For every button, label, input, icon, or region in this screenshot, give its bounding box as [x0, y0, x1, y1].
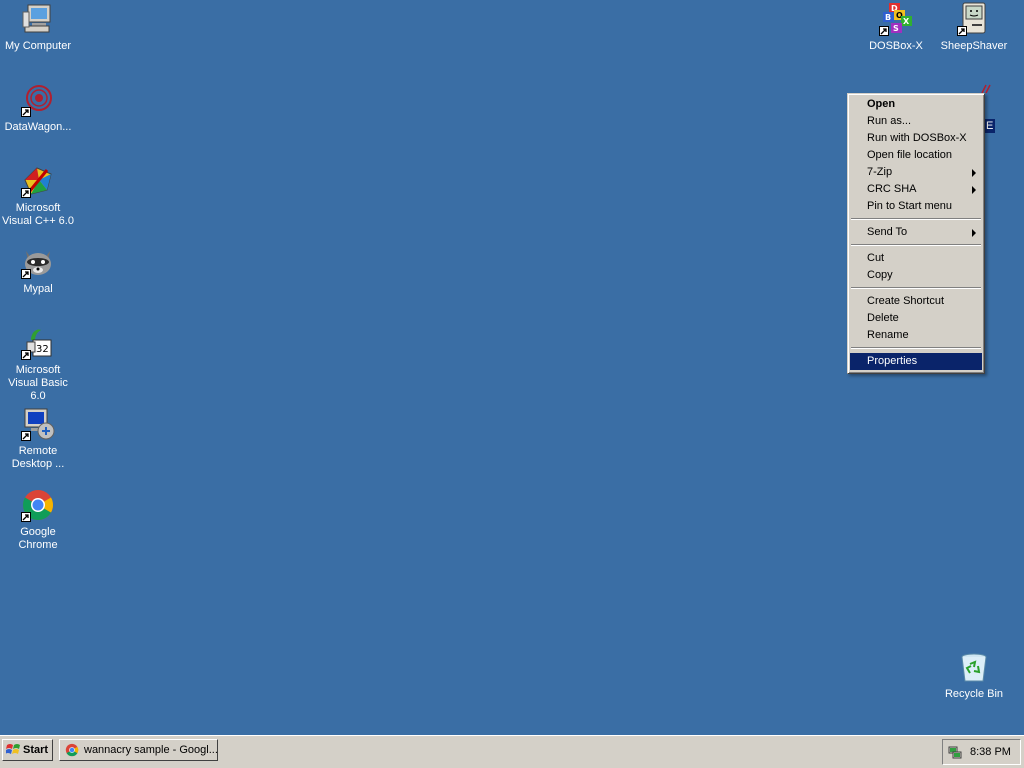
desktop-icon-visual-basic[interactable]: 32 Microsoft Visual Basic 6.0 [0, 326, 76, 403]
menu-item-pin-to-start[interactable]: Pin to Start menu [850, 198, 982, 215]
clock[interactable]: 8:38 PM [970, 740, 1011, 764]
desktop-icon-remote-desktop[interactable]: Remote Desktop ... [0, 407, 76, 471]
taskbar-button-label: wannacry sample - Googl... [84, 744, 218, 756]
desktop[interactable]: My Computer DataWagon... Microsoft Visua… [0, 0, 1024, 735]
menu-item-create-shortcut[interactable]: Create Shortcut [850, 293, 982, 310]
menu-item-delete[interactable]: Delete [850, 310, 982, 327]
windows-logo-icon [5, 743, 22, 757]
network-icon[interactable] [948, 746, 962, 759]
menu-item-7zip[interactable]: 7-Zip [850, 164, 982, 181]
desktop-icon-label: Microsoft Visual C++ 6.0 [2, 202, 74, 227]
menu-item-cut[interactable]: Cut [850, 250, 982, 267]
menu-separator [850, 215, 982, 224]
svg-text:S: S [893, 24, 899, 33]
shortcut-arrow-icon [21, 350, 31, 360]
taskbar: Start wannacry sample - Googl... 8:38 PM [0, 735, 1024, 768]
recycle-bin-icon [957, 650, 991, 684]
desktop-icon-dosbox-x[interactable]: D B O X S DOSBox-X [858, 2, 934, 53]
shortcut-arrow-icon [21, 431, 31, 441]
context-menu: Open Run as... Run with DOSBox-X Open fi… [847, 93, 985, 374]
computer-icon [21, 2, 55, 36]
menu-item-rename[interactable]: Rename [850, 327, 982, 344]
menu-item-copy[interactable]: Copy [850, 267, 982, 284]
menu-item-send-to[interactable]: Send To [850, 224, 982, 241]
shortcut-arrow-icon [21, 512, 31, 522]
desktop-icon-label: Microsoft Visual Basic 6.0 [8, 364, 68, 402]
taskbar-button-chrome[interactable]: wannacry sample - Googl... [59, 739, 218, 761]
desktop-icon-label: Recycle Bin [944, 688, 1004, 700]
system-tray: 8:38 PM [942, 739, 1021, 765]
svg-text:X: X [903, 17, 910, 26]
svg-text:32: 32 [36, 344, 49, 355]
desktop-icon-label: DOSBox-X [869, 40, 923, 52]
remote-desktop-icon [21, 407, 55, 441]
shortcut-arrow-icon [21, 107, 31, 117]
menu-item-open-file-location[interactable]: Open file location [850, 147, 982, 164]
submenu-arrow-icon [972, 169, 976, 177]
visual-cpp-icon [21, 164, 55, 198]
desktop-icon-datawagon[interactable]: DataWagon... [0, 83, 76, 134]
menu-item-run-with-dosbox[interactable]: Run with DOSBox-X [850, 130, 982, 147]
menu-item-run-as[interactable]: Run as... [850, 113, 982, 130]
dosbox-icon: D B O X S [879, 2, 913, 36]
menu-item-crc-sha[interactable]: CRC SHA [850, 181, 982, 198]
shortcut-arrow-icon [879, 26, 889, 36]
menu-item-open[interactable]: Open [850, 96, 982, 113]
selected-icon-label-partial[interactable]: E [984, 119, 996, 133]
submenu-arrow-icon [972, 229, 976, 237]
shortcut-arrow-icon [21, 188, 31, 198]
svg-text:B: B [885, 13, 891, 22]
start-label: Start [23, 744, 49, 756]
start-button[interactable]: Start [2, 739, 53, 761]
visual-basic-icon: 32 [21, 326, 55, 360]
mac-icon [957, 2, 991, 36]
desktop-icon-label: Mypal [23, 283, 53, 295]
desktop-icon-google-chrome[interactable]: Google Chrome [0, 488, 76, 552]
chrome-icon [65, 743, 79, 757]
desktop-icon-label: DataWagon... [4, 121, 72, 133]
datawagon-icon [21, 83, 55, 117]
menu-item-properties[interactable]: Properties [850, 353, 982, 370]
raccoon-icon [21, 245, 55, 279]
desktop-icon-label: Remote Desktop ... [11, 445, 65, 470]
menu-separator [850, 344, 982, 353]
chrome-icon [21, 488, 55, 522]
desktop-icon-label: My Computer [4, 40, 72, 52]
desktop-icon-sheepshaver[interactable]: SheepShaver [936, 2, 1012, 53]
menu-separator [850, 241, 982, 250]
shortcut-arrow-icon [21, 269, 31, 279]
desktop-icon-my-computer[interactable]: My Computer [0, 2, 76, 53]
desktop-icon-recycle-bin[interactable]: Recycle Bin [936, 650, 1012, 701]
desktop-icon-visual-cpp[interactable]: Microsoft Visual C++ 6.0 [0, 164, 76, 228]
menu-separator [850, 284, 982, 293]
desktop-icon-label: Google Chrome [18, 526, 58, 551]
desktop-icon-label: SheepShaver [940, 40, 1008, 52]
desktop-icon-mypal[interactable]: Mypal [0, 245, 76, 296]
submenu-arrow-icon [972, 186, 976, 194]
shortcut-arrow-icon [957, 26, 967, 36]
